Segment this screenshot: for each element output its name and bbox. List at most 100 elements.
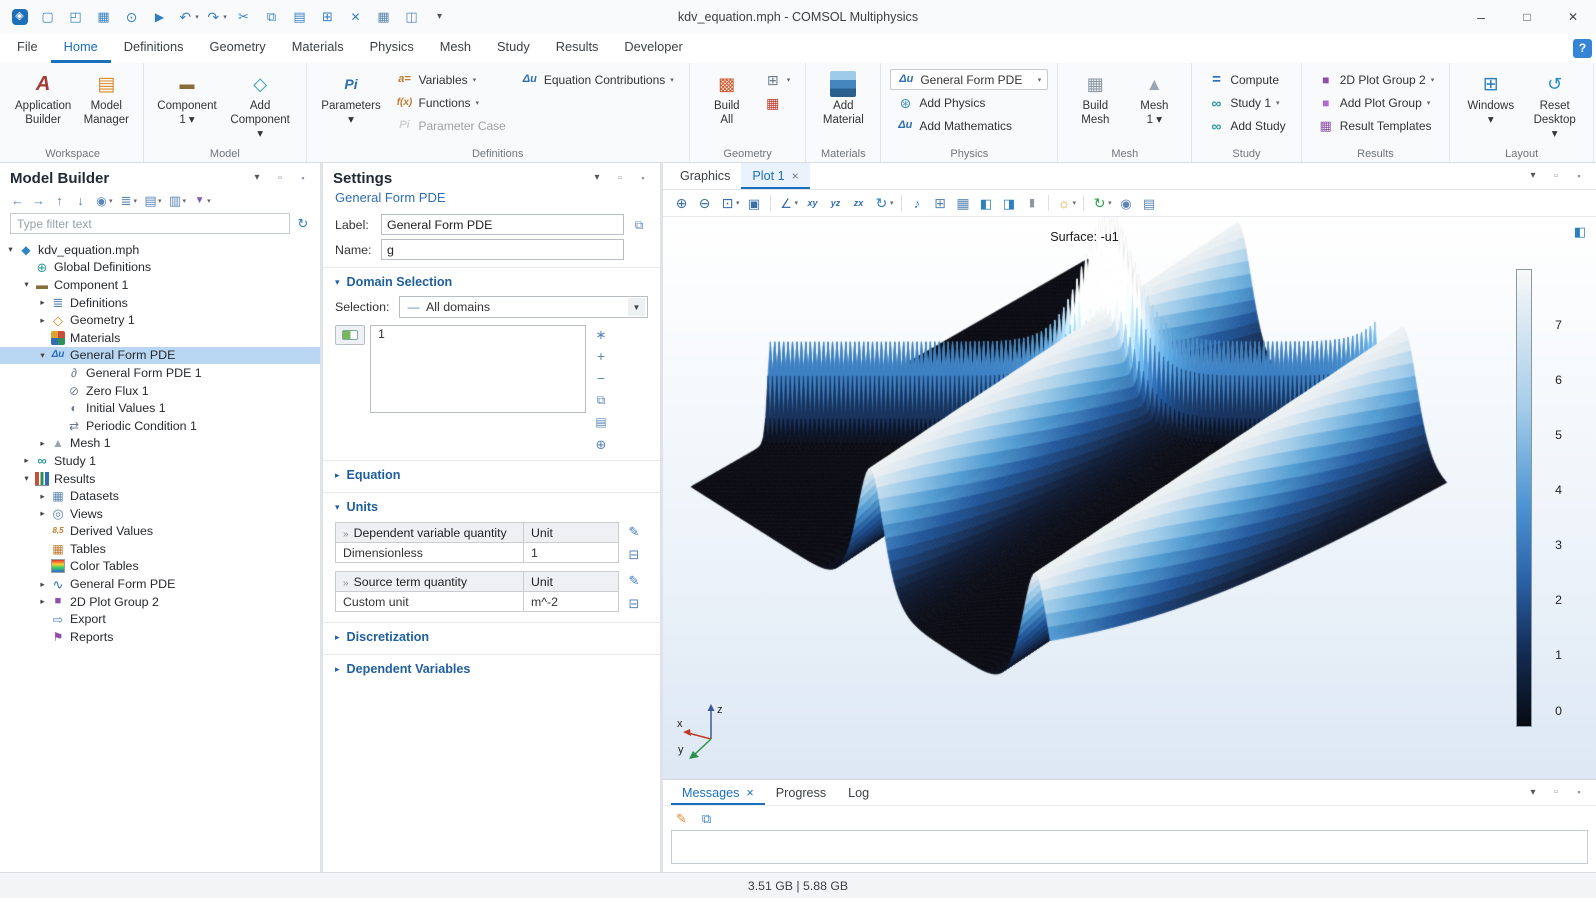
tree-expander-icon[interactable]: ▸ [36, 508, 49, 519]
name-input[interactable] [381, 239, 624, 260]
add-mathematics-button[interactable]: ΔuAdd Mathematics [890, 115, 1048, 136]
study-1-button[interactable]: ∞Study 1▾ [1201, 92, 1291, 113]
graphics-float-button[interactable]: ▫ [1547, 167, 1565, 185]
minimize-button[interactable]: – [1458, 0, 1504, 33]
tree-node-export[interactable]: ⇨Export [0, 610, 320, 628]
section-discretization[interactable]: ▸ Discretization [323, 622, 660, 649]
tree-expander-icon[interactable]: ▸ [36, 297, 49, 308]
surface-plot-canvas[interactable] [663, 217, 1596, 779]
tree-node-tables[interactable]: ▦Tables [0, 540, 320, 558]
show-button[interactable]: ◉▾ [92, 191, 115, 210]
go-to-default-view-button[interactable]: ∠▾ [776, 192, 801, 214]
insert-sequence-button[interactable]: ⊞▾ [758, 69, 797, 90]
run-button[interactable]: ▶ [146, 5, 173, 29]
modelbuilder-pin-button[interactable]: ▪ [294, 169, 312, 187]
zoom-out-button[interactable]: ⊖ [694, 192, 715, 214]
tree-expander-icon[interactable]: ▾ [20, 473, 33, 484]
select-quantity-button[interactable]: ⊟ [625, 545, 643, 563]
mesh-1-button[interactable]: ▲Mesh1 ▾ [1126, 67, 1182, 137]
tree-node-component-1[interactable]: ▾▬Component 1 [0, 276, 320, 294]
unit-cell[interactable]: m^-2 [524, 592, 619, 612]
windows-button[interactable]: ⊞Windows ▾ [1459, 67, 1522, 137]
selection-list[interactable]: 1 [370, 325, 586, 413]
window-layout-button[interactable]: ◫ [398, 5, 425, 29]
tree-node-geometry-1[interactable]: ▸◇Geometry 1 [0, 311, 320, 329]
modelbuilder-float-button[interactable]: ▫ [271, 169, 289, 187]
parameters-button[interactable]: PiParameters ▾ [316, 67, 387, 137]
filter-button[interactable]: ▼▾ [190, 191, 213, 210]
tree-node-mesh-1[interactable]: ▸▲Mesh 1 [0, 435, 320, 453]
equation-contributions-button[interactable]: ΔuEquation Contributions▾ [515, 69, 680, 90]
help-button[interactable]: ? [1573, 39, 1592, 58]
copy-messages-button[interactable]: ⧉ [696, 807, 717, 829]
delete-button[interactable]: ✕ [342, 5, 369, 29]
menu-tab-definitions[interactable]: Definitions [111, 33, 197, 63]
select-quantity-button[interactable]: ⊟ [625, 594, 643, 612]
rename-button[interactable]: ⧉ [630, 216, 648, 234]
parameter-case-button[interactable]: PiParameter Case [389, 115, 511, 136]
menu-tab-results[interactable]: Results [543, 33, 612, 63]
tree-expander-icon[interactable]: ▸ [36, 579, 49, 590]
label-input[interactable] [381, 214, 624, 235]
add-material-button[interactable]: AddMaterial [815, 67, 871, 137]
zoom-to-selection-button[interactable]: ⊕ [592, 435, 610, 453]
add-study-button[interactable]: ∞Add Study [1201, 115, 1291, 136]
print-button[interactable]: ▤ [1139, 192, 1160, 214]
modelbuilder-collapse-button[interactable]: ▾ [248, 169, 266, 187]
open-file-button[interactable]: ◰ [62, 5, 89, 29]
add-component-button[interactable]: ◇AddComponent ▾ [224, 67, 297, 141]
menu-tab-home[interactable]: Home [51, 33, 111, 63]
new-file-button[interactable]: ▢ [34, 5, 61, 29]
messages-output[interactable] [671, 830, 1588, 864]
plot-window-button[interactable]: ◧ [976, 192, 997, 214]
add-to-selection-button[interactable]: + [592, 347, 610, 365]
section-dependent-variables[interactable]: ▸ Dependent Variables [323, 654, 660, 681]
messages-tab-progress[interactable]: Progress [765, 780, 837, 805]
menu-tab-developer[interactable]: Developer [611, 33, 695, 63]
tree-node-datasets[interactable]: ▸▦Datasets [0, 487, 320, 505]
graphics-pin-button[interactable]: ▪ [1570, 167, 1588, 185]
tree-expander-icon[interactable]: ▸ [36, 315, 49, 326]
new-selection-button[interactable]: ∗ [592, 325, 610, 343]
customize-toolbar-button[interactable]: ▾ [426, 5, 453, 29]
tree-expander-icon[interactable]: ▾ [4, 244, 17, 255]
view-xy-button[interactable]: xy [802, 192, 823, 214]
application-builder-button[interactable]: AApplicationBuilder [11, 67, 75, 137]
lock-view-button[interactable]: ▮ [1022, 192, 1043, 214]
refresh-view-button[interactable]: ↻▾ [871, 192, 896, 214]
tree-node-study-1[interactable]: ▸∞Study 1 [0, 452, 320, 470]
messages-tab-messages[interactable]: Messages× [671, 780, 765, 805]
copy-selection-button[interactable]: ⧉ [592, 391, 610, 409]
selection-dropdown[interactable]: — All domains ▼ [399, 296, 648, 318]
expand-columns-icon[interactable]: » [343, 578, 349, 589]
tree-node-materials[interactable]: Materials [0, 329, 320, 347]
paste-button[interactable]: ▤ [286, 5, 313, 29]
tree-node-derived-values[interactable]: 8,5Derived Values [0, 523, 320, 541]
expand-all-button[interactable]: ▤▾ [141, 191, 164, 210]
move-down-button[interactable]: ↓ [71, 191, 90, 210]
refresh-filter-button[interactable]: ↻ [294, 215, 312, 233]
tree-node-general-form-pde-1[interactable]: ∂General Form PDE 1 [0, 364, 320, 382]
section-equation[interactable]: ▸ Equation [323, 460, 660, 487]
edit-unit-button[interactable]: ✎ [625, 571, 643, 589]
tree-node-reports[interactable]: ⚑Reports [0, 628, 320, 646]
menu-tab-mesh[interactable]: Mesh [427, 33, 484, 63]
tree-node-2d-plot-group-2[interactable]: ▸■2D Plot Group 2 [0, 593, 320, 611]
evaluate-table-button[interactable]: ⊞ [930, 192, 951, 214]
tree-node-views[interactable]: ▸◎Views [0, 505, 320, 523]
add-physics-button[interactable]: ⊛Add Physics [890, 92, 1048, 113]
paste-selection-button[interactable]: ▤ [592, 413, 610, 431]
tree-expander-icon[interactable]: ▸ [20, 455, 33, 466]
add-plot-group-button[interactable]: ■Add Plot Group▾ [1311, 92, 1441, 113]
maximize-button[interactable]: □ [1504, 0, 1550, 33]
undo-button[interactable]: ↶▾ [174, 5, 201, 29]
edit-unit-button[interactable]: ✎ [625, 522, 643, 540]
variables-button[interactable]: a=Variables▾ [389, 69, 511, 90]
active-selection-toggle[interactable] [335, 325, 365, 345]
messages-tab-log[interactable]: Log [837, 780, 880, 805]
component-1-button[interactable]: ▬Component1 ▾ [153, 67, 220, 137]
preview-button[interactable]: ⊙ [118, 5, 145, 29]
quantity-cell[interactable]: Dimensionless [336, 543, 524, 563]
messages-float-button[interactable]: ▫ [1547, 784, 1565, 802]
settings-grid-button[interactable]: ▦ [370, 5, 397, 29]
